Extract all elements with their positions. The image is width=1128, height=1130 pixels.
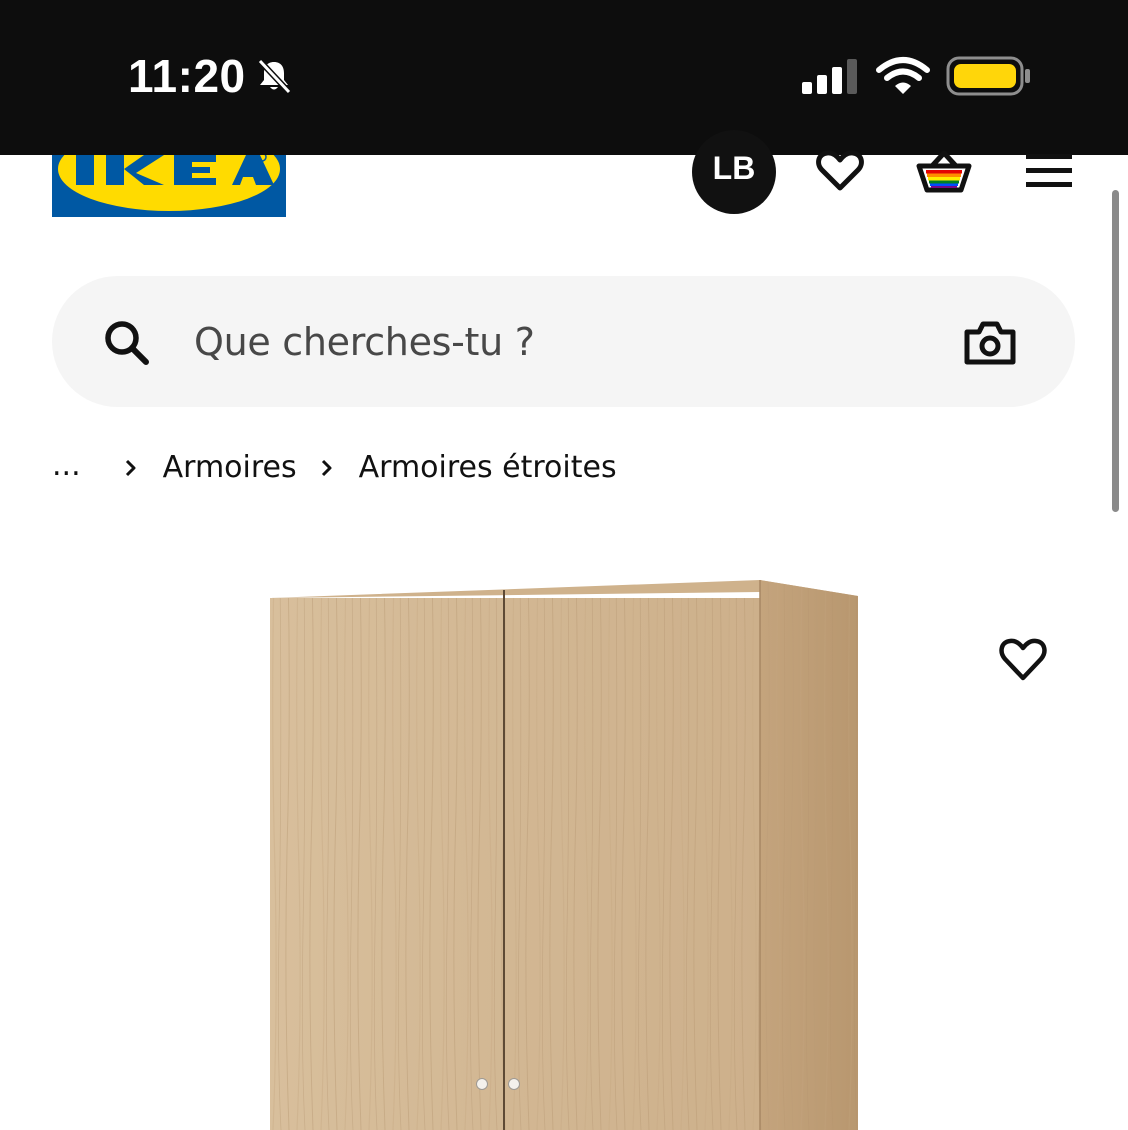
favorites-heart-icon[interactable] — [816, 150, 864, 192]
breadcrumb-ellipsis[interactable]: ... — [52, 444, 81, 488]
wifi-icon — [876, 57, 930, 94]
battery-icon — [946, 56, 1030, 96]
add-to-favorites-heart-icon[interactable] — [998, 636, 1048, 684]
ikea-logo[interactable] — [52, 155, 286, 217]
search-input[interactable]: Que cherches-tu ? — [194, 316, 535, 368]
breadcrumb-item-armoires[interactable]: Armoires — [163, 446, 297, 490]
breadcrumb-item-armoires-etroites[interactable]: Armoires étroites — [359, 446, 617, 490]
page-scrollbar[interactable] — [1112, 190, 1119, 512]
breadcrumb: ... Armoires Armoires étroites — [52, 446, 617, 490]
status-bar: 11:20 — [0, 0, 1128, 155]
search-bar[interactable]: Que cherches-tu ? — [52, 276, 1075, 407]
chevron-right-icon — [321, 459, 332, 477]
avatar-initials: LB — [712, 149, 756, 186]
cellular-signal-icon — [802, 59, 857, 94]
product-image-wardrobe[interactable] — [260, 570, 870, 1130]
user-avatar[interactable]: LB — [692, 130, 776, 214]
bell-slash-icon — [257, 58, 292, 95]
menu-icon[interactable] — [1026, 154, 1072, 188]
chevron-right-icon — [125, 459, 136, 477]
camera-icon[interactable] — [964, 320, 1016, 366]
search-icon[interactable] — [102, 318, 150, 366]
shopping-basket-icon[interactable] — [916, 150, 972, 194]
status-time: 11:20 — [128, 50, 246, 102]
